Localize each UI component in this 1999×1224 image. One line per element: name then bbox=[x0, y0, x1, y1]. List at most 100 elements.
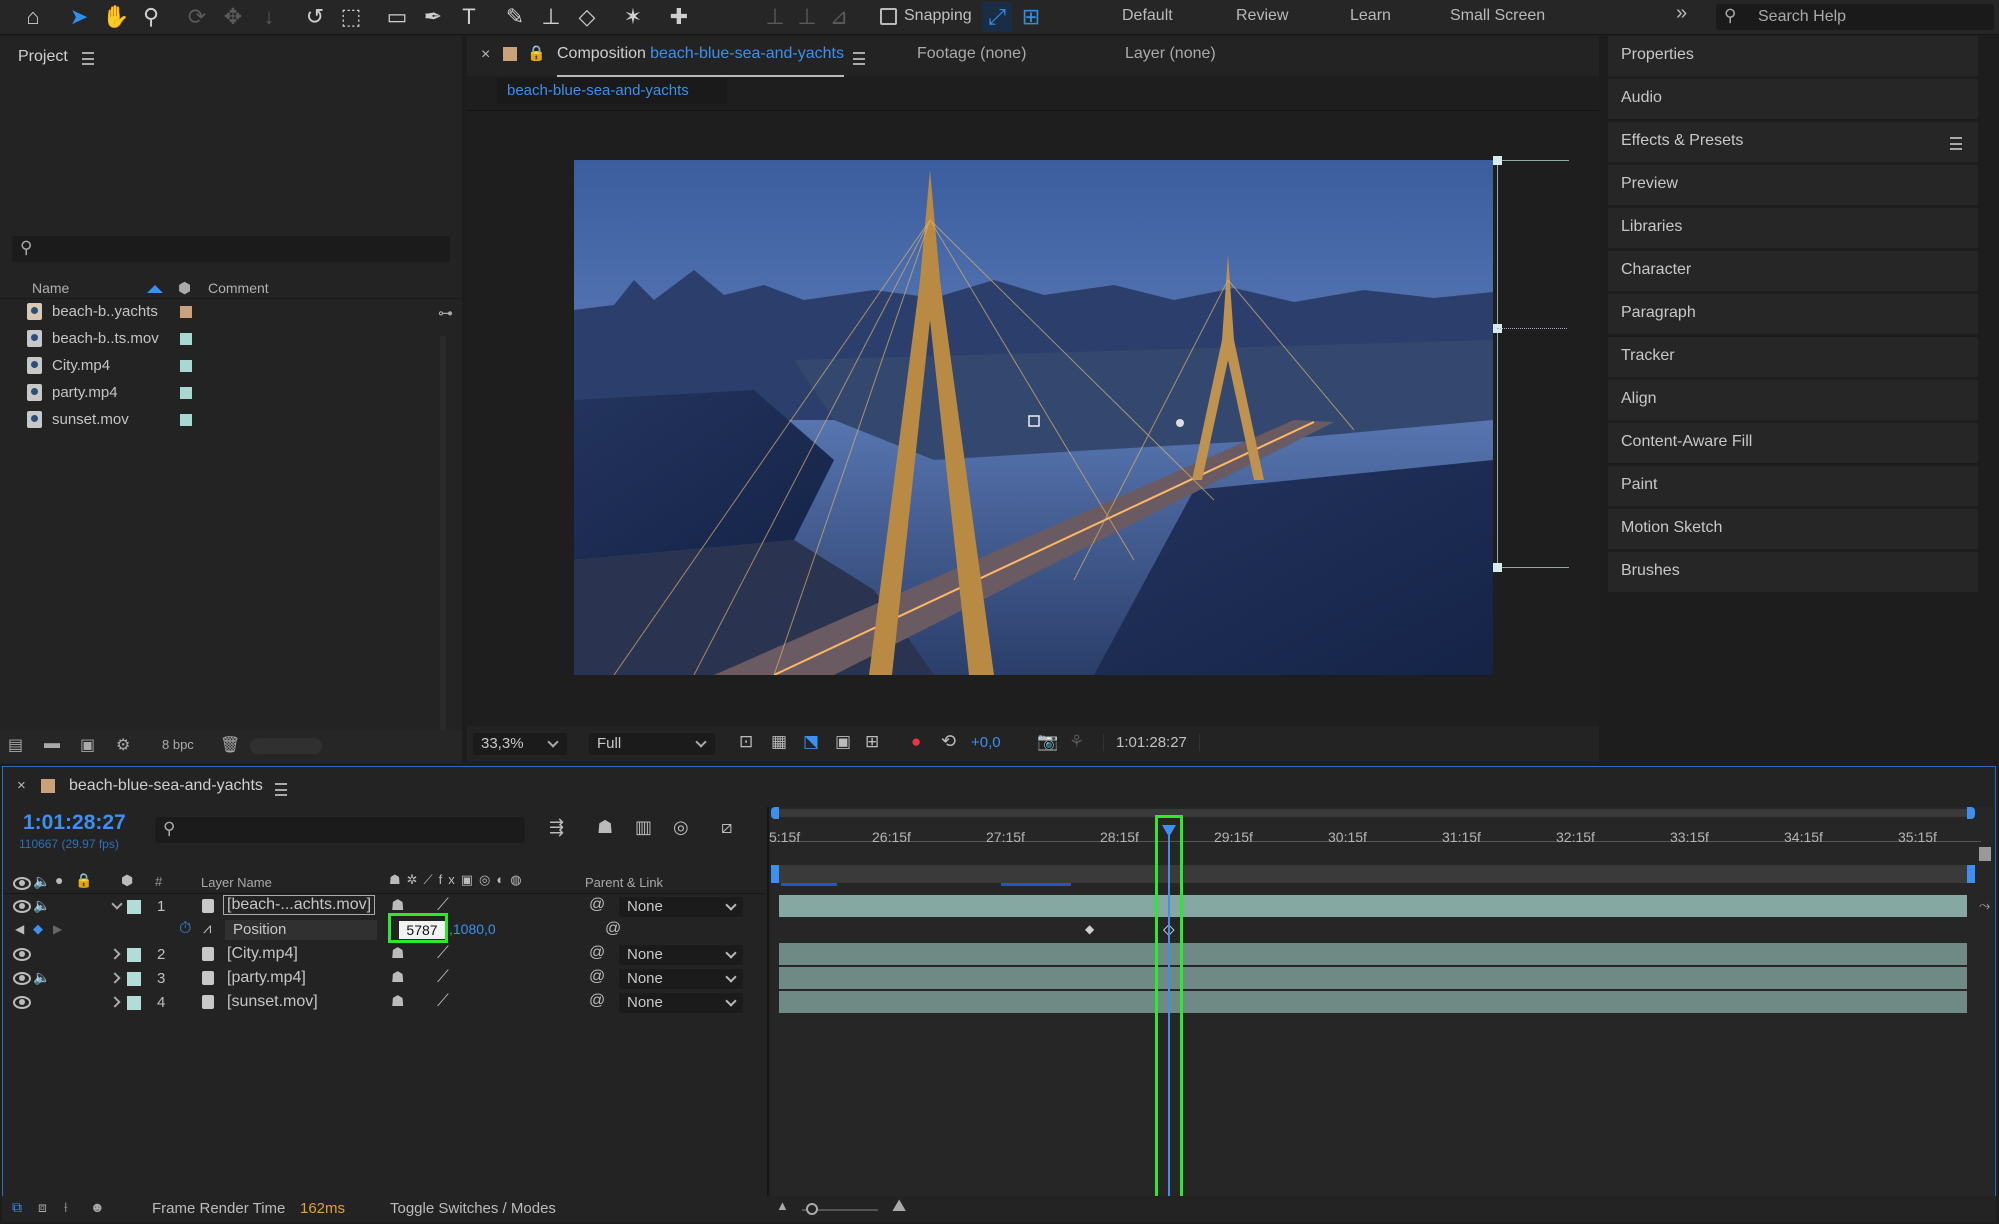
mask-visibility-icon[interactable]: ⬔ bbox=[803, 732, 819, 752]
layer-row[interactable]: 2 [City.mp4] ☗ ⟋ @ None bbox=[7, 943, 769, 967]
region-of-interest-icon[interactable]: ▣ bbox=[835, 732, 851, 752]
solo-icon[interactable]: ● bbox=[55, 872, 63, 888]
layer-row[interactable]: 4 [sunset.mov] ☗ ⟋ @ None bbox=[7, 991, 769, 1015]
transfer-controls-icon[interactable]: ⧈ bbox=[38, 1199, 47, 1216]
layer-name[interactable]: [sunset.mov] bbox=[227, 993, 318, 1011]
layer-switches-icon[interactable]: ⧉ bbox=[12, 1199, 22, 1216]
project-scrollbar[interactable] bbox=[440, 336, 446, 736]
label-swatch[interactable] bbox=[180, 387, 192, 399]
panel-effects-presets[interactable]: Effects & Presets bbox=[1608, 122, 1978, 165]
pick-whip-icon[interactable]: @ bbox=[589, 944, 605, 962]
panel-preview[interactable]: Preview bbox=[1608, 165, 1978, 208]
panel-menu-icon[interactable] bbox=[1950, 137, 1962, 150]
current-time-display[interactable]: 1:01:28:27 bbox=[23, 811, 126, 835]
panel-paint[interactable]: Paint bbox=[1608, 466, 1978, 509]
layer-name[interactable]: [beach-...achts.mov] bbox=[223, 895, 376, 915]
audio-icon[interactable]: 🔈 bbox=[33, 873, 50, 890]
fast-previews-icon[interactable]: ⊡ bbox=[739, 732, 753, 752]
pick-whip-icon[interactable]: @ bbox=[605, 920, 621, 938]
keyframe-diamond-icon[interactable]: ◆ bbox=[33, 921, 43, 937]
puppet-tool-icon[interactable]: ✚ bbox=[664, 2, 694, 32]
zoom-in-icon[interactable]: ⛰ bbox=[892, 1196, 906, 1216]
viewer-menu-icon[interactable] bbox=[853, 52, 865, 65]
work-area-end[interactable] bbox=[1967, 865, 1975, 883]
eye-icon[interactable] bbox=[13, 900, 31, 913]
shy-switch-icon[interactable]: ☗ bbox=[391, 968, 404, 986]
project-item[interactable]: party.mp4 bbox=[0, 381, 420, 405]
quality-switch-icon[interactable]: ⟋ bbox=[437, 967, 449, 987]
panel-paragraph[interactable]: Paragraph bbox=[1608, 294, 1978, 337]
bpc-button[interactable]: 8 bpc bbox=[162, 737, 194, 752]
expand-chevron-icon[interactable] bbox=[109, 948, 121, 960]
lock-icon[interactable]: 🔒 bbox=[75, 872, 92, 889]
parent-link-column-header[interactable]: Parent & Link bbox=[585, 875, 663, 890]
label-swatch[interactable] bbox=[127, 972, 141, 986]
label-swatch[interactable] bbox=[180, 306, 192, 318]
parent-dropdown[interactable]: None bbox=[619, 969, 743, 989]
shy-layers-icon[interactable]: ☗ bbox=[597, 817, 613, 838]
parent-dropdown[interactable]: None bbox=[619, 993, 743, 1013]
label-column-icon[interactable]: ⬢ bbox=[121, 872, 133, 889]
orbit-tool-icon[interactable]: ⟳ bbox=[182, 2, 212, 32]
tab-footage[interactable]: Footage (none) bbox=[917, 45, 1026, 63]
quality-switch-icon[interactable]: ⟋ bbox=[437, 943, 449, 963]
parent-dropdown[interactable]: None bbox=[619, 945, 743, 965]
position-property-label[interactable]: Position bbox=[225, 920, 377, 940]
timeline-menu-icon[interactable] bbox=[275, 783, 287, 796]
snapshot-camera-icon[interactable]: 📷 bbox=[1037, 732, 1058, 752]
layer-name[interactable]: [party.mp4] bbox=[227, 969, 306, 987]
eye-icon[interactable] bbox=[13, 996, 31, 1009]
panel-align[interactable]: Align bbox=[1608, 380, 1978, 423]
label-swatch[interactable] bbox=[180, 414, 192, 426]
timeline-search-input[interactable]: ⚲ bbox=[155, 817, 525, 843]
label-swatch[interactable] bbox=[180, 333, 192, 345]
panel-libraries[interactable]: Libraries bbox=[1608, 208, 1978, 251]
layer-duration-bar[interactable] bbox=[779, 943, 1967, 965]
eraser-tool-icon[interactable]: ◇ bbox=[572, 2, 602, 32]
layer-duration-bar[interactable] bbox=[779, 991, 1967, 1013]
project-panel-title[interactable]: Project bbox=[18, 48, 68, 66]
label-swatch[interactable] bbox=[127, 900, 141, 914]
composition-subtab[interactable]: beach-blue-sea-and-yachts bbox=[497, 78, 727, 104]
render-time-icon[interactable]: ☻ bbox=[90, 1199, 105, 1215]
axis-view-icon[interactable]: ⊿ bbox=[824, 2, 854, 32]
audio-icon[interactable]: 🔈 bbox=[33, 969, 50, 986]
layer-row[interactable]: 🔈 3 [party.mp4] ☗ ⟋ @ None bbox=[7, 967, 769, 991]
position-y-value[interactable]: ,1080,0 bbox=[449, 921, 496, 937]
keyframe-marker[interactable]: ◆ bbox=[1085, 922, 1094, 936]
graph-editor-icon[interactable]: ⧄ bbox=[721, 817, 732, 838]
resolution-dropdown[interactable]: Full bbox=[589, 733, 715, 755]
quality-switch-icon[interactable]: ⟋ bbox=[437, 895, 449, 915]
quality-switch-icon[interactable]: ⟋ bbox=[437, 991, 449, 1011]
label-column-icon[interactable]: ⬢ bbox=[178, 279, 191, 297]
channel-icon[interactable]: ● bbox=[911, 732, 921, 752]
tab-layer[interactable]: Layer (none) bbox=[1125, 45, 1216, 63]
workspace-small-screen[interactable]: Small Screen bbox=[1450, 7, 1545, 25]
show-snapshot-icon[interactable]: ⚘ bbox=[1069, 732, 1084, 752]
timeline-end-marker[interactable] bbox=[1979, 847, 1991, 861]
layer-duration-bar[interactable] bbox=[779, 895, 1967, 917]
reset-exposure-icon[interactable]: ⟲ bbox=[941, 731, 956, 752]
comp-flowchart-icon[interactable]: ⇶ bbox=[549, 817, 564, 838]
panel-content-aware-fill[interactable]: Content-Aware Fill bbox=[1608, 423, 1978, 466]
motion-blur-icon[interactable]: ◎ bbox=[673, 817, 689, 838]
project-item[interactable]: beach-b..yachts bbox=[0, 300, 420, 324]
search-help-field[interactable]: ⚲ Search Help bbox=[1716, 4, 1994, 30]
type-tool-icon[interactable]: T bbox=[454, 2, 484, 32]
layer-name-column-header[interactable]: Layer Name bbox=[201, 875, 272, 890]
rotation-tool-icon[interactable]: ↺ bbox=[300, 2, 330, 32]
project-search-input[interactable]: ⚲ bbox=[12, 236, 450, 262]
panel-properties[interactable]: Properties bbox=[1608, 36, 1978, 79]
workspace-overflow-icon[interactable]: » bbox=[1676, 2, 1687, 25]
stopwatch-icon[interactable]: ⏱ bbox=[179, 920, 191, 938]
zoom-out-icon[interactable]: ▲ bbox=[776, 1198, 789, 1213]
comp-button-icon[interactable]: ⤳ bbox=[1979, 897, 1990, 914]
eye-icon[interactable] bbox=[13, 972, 31, 985]
shy-switch-icon[interactable]: ☗ bbox=[391, 944, 404, 962]
axis-local-icon[interactable]: ⊥ bbox=[760, 2, 790, 32]
panel-tracker[interactable]: Tracker bbox=[1608, 337, 1978, 380]
new-folder-icon[interactable]: ▬ bbox=[44, 735, 60, 753]
composition-frame[interactable] bbox=[574, 160, 1493, 675]
eye-icon[interactable] bbox=[13, 948, 31, 961]
pan-tool-icon[interactable]: ✥ bbox=[218, 2, 248, 32]
